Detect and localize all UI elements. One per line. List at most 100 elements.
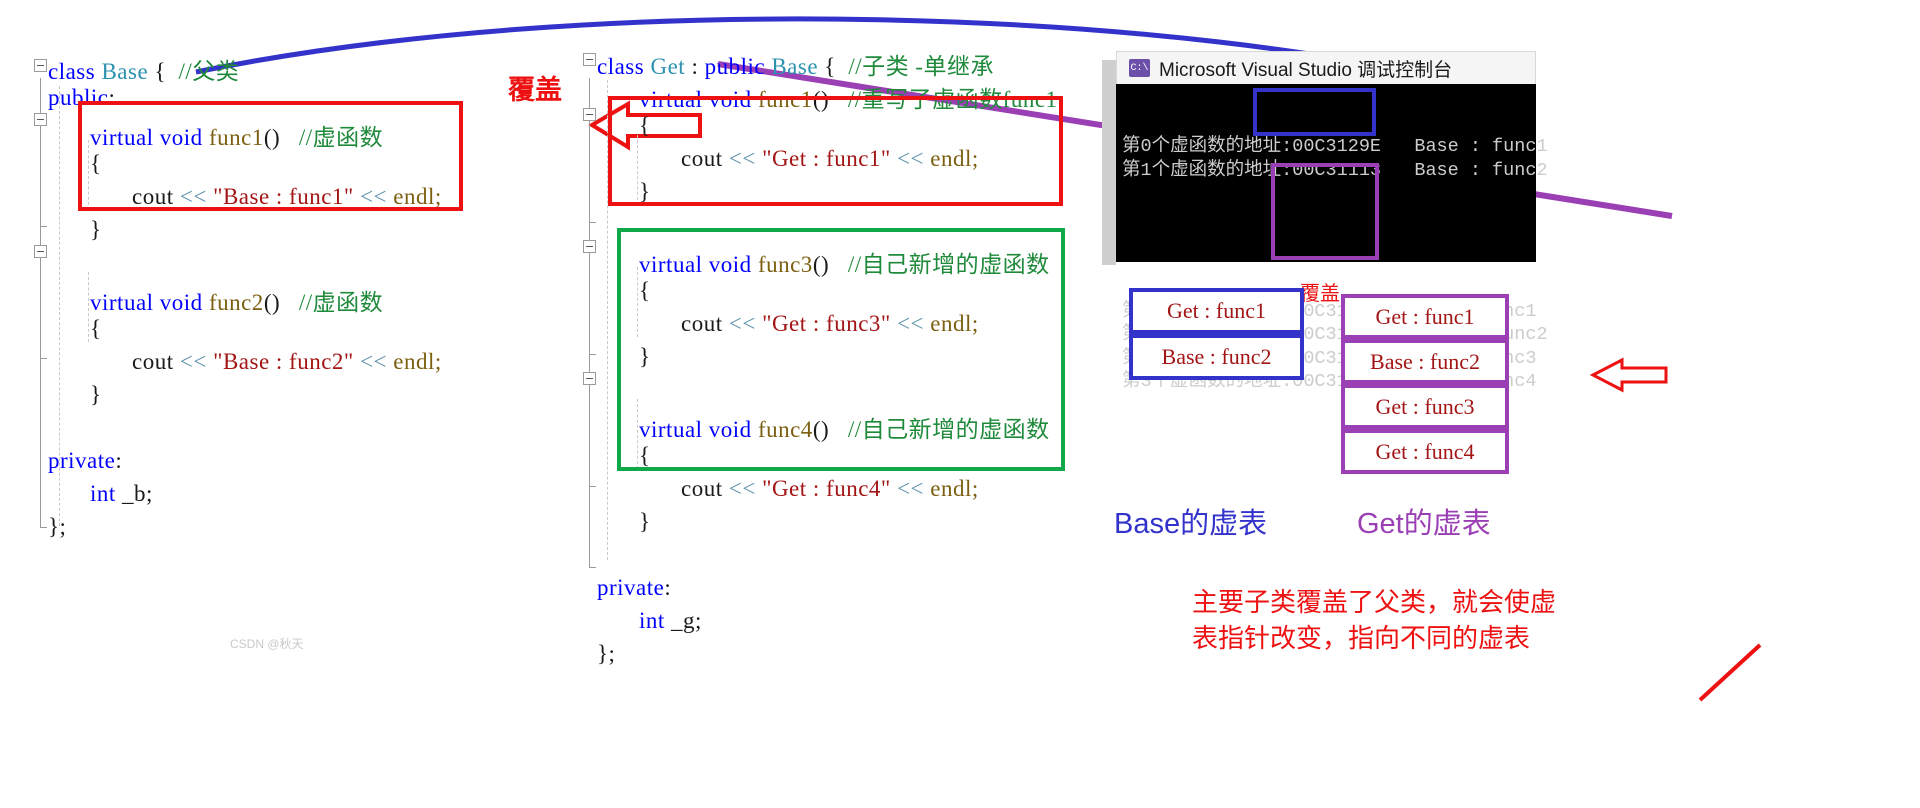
code-token: int	[639, 608, 672, 633]
console-window-shadow	[1102, 60, 1116, 265]
code-token: func2	[208, 290, 264, 315]
mid-gutter-tick-2	[589, 354, 596, 355]
console-highlight-get-vtable	[1271, 163, 1379, 260]
highlight-box-get-func3-func4	[617, 228, 1065, 471]
footer-note-line1: 主要子类覆盖了父类，就会使虚	[1192, 587, 1557, 617]
code-token: Base	[101, 59, 149, 84]
code-token: Get	[650, 54, 686, 79]
code-token: //虚函数	[298, 290, 384, 315]
code-line: int _b;	[90, 481, 153, 507]
collapse-toggle-class-get[interactable]	[583, 53, 596, 66]
code-token: cout	[681, 476, 729, 501]
code-line: virtual void func2() //虚函数	[90, 283, 383, 317]
watermark: CSDN @秋天	[230, 637, 304, 651]
code-line: private:	[597, 575, 671, 601]
collapse-toggle-base-func2[interactable]	[34, 245, 47, 258]
get-vtable-row: Get : func3	[1341, 384, 1509, 429]
code-line: };	[597, 641, 615, 667]
code-token: }	[90, 382, 102, 407]
console-highlight-base-vtable	[1253, 88, 1376, 136]
code-token: "Get : func4"	[762, 476, 891, 501]
code-token: {	[90, 316, 102, 341]
base-vtable-row: Base : func2	[1129, 334, 1304, 380]
mid-gutter-tick-3	[589, 486, 596, 487]
code-token: class	[48, 59, 102, 84]
left-indent-guide-1	[59, 86, 60, 526]
collapse-toggle-get-func4[interactable]	[583, 372, 596, 385]
console-title-bar: C:\ Microsoft Visual Studio 调试控制台	[1116, 51, 1536, 84]
code-token: :	[664, 575, 672, 600]
code-token: class	[597, 54, 651, 79]
console-title-text: Microsoft Visual Studio 调试控制台	[1159, 59, 1453, 81]
get-vtable-row: Base : func2	[1341, 339, 1509, 384]
code-token: <<	[353, 349, 394, 374]
base-vtable-caption: Base的虚表	[1114, 508, 1268, 540]
left-gutter-tick-2	[40, 358, 47, 359]
code-token: endl;	[393, 349, 442, 374]
code-token: int	[90, 481, 123, 506]
console-line-label: 第1个虚函数的地址	[1122, 159, 1282, 181]
code-token: //父类	[178, 59, 240, 84]
code-token: endl;	[930, 476, 979, 501]
code-token: private	[597, 575, 665, 600]
code-token: _b;	[122, 481, 153, 506]
code-token: Base	[771, 54, 819, 79]
console-line-result: Base : func1	[1381, 136, 1548, 157]
cmd-icon: C:\	[1129, 59, 1150, 77]
console-line: 第0个虚函数的地址:00C3129E Base : func1	[1122, 135, 1548, 159]
console-line-result: Base : func2	[1381, 159, 1548, 181]
code-token: :	[115, 448, 123, 473]
code-line: }	[90, 217, 102, 243]
override-arrow-right	[1589, 357, 1668, 393]
mid-gutter-tick-1	[589, 222, 596, 223]
code-token: public	[704, 54, 772, 79]
footer-note-line2: 表指针改变，指向不同的虚表	[1192, 623, 1531, 653]
code-token: <<	[890, 476, 931, 501]
collapse-toggle-class-base[interactable]	[34, 59, 47, 72]
code-token: };	[48, 514, 67, 539]
mid-gutter-tick-4	[589, 567, 596, 568]
code-token: <<	[179, 349, 214, 374]
override-label-left: 覆盖	[508, 75, 562, 105]
collapse-toggle-base-func1[interactable]	[34, 113, 47, 126]
code-token: {	[818, 54, 849, 79]
code-line: int _g;	[639, 608, 702, 634]
collapse-toggle-get-func1[interactable]	[583, 108, 596, 121]
highlight-box-base-func1	[78, 101, 463, 211]
code-token: {	[148, 59, 179, 84]
code-line: class Get : public Base { //子类 -单继承	[597, 47, 994, 81]
code-token: }	[90, 217, 102, 242]
get-vtable-caption: Get的虚表	[1357, 508, 1491, 540]
code-token: cout	[132, 349, 180, 374]
highlight-box-get-func1	[608, 96, 1063, 206]
code-token: ()	[263, 290, 299, 315]
override-label-right: 覆盖	[1300, 283, 1340, 305]
mid-gutter-vline	[589, 78, 590, 568]
code-token: _g;	[671, 608, 702, 633]
left-gutter-tick-1	[40, 226, 47, 227]
code-line: {	[90, 316, 102, 342]
code-token: };	[597, 641, 616, 666]
left-gutter-tick-3	[40, 527, 47, 528]
console-line-address: :00C3129E	[1281, 136, 1382, 157]
left-indent-guide-3	[88, 272, 89, 342]
code-line: }	[639, 509, 651, 535]
code-line: cout << "Base : func2" << endl;	[132, 349, 442, 375]
get-vtable-row: Get : func1	[1341, 294, 1509, 339]
code-line: };	[48, 514, 66, 540]
code-line: }	[90, 382, 102, 408]
code-line: class Base { //父类	[48, 52, 239, 86]
code-token: :	[685, 54, 705, 79]
code-token: "Base : func2"	[213, 349, 354, 374]
code-token: //子类 -单继承	[848, 54, 995, 79]
collapse-toggle-get-func3[interactable]	[583, 240, 596, 253]
code-token: }	[639, 509, 651, 534]
footer-pointer-line	[1698, 643, 1762, 702]
code-token: <<	[728, 476, 763, 501]
left-gutter-vline	[40, 78, 41, 528]
code-line: cout << "Get : func4" << endl;	[681, 476, 979, 502]
get-vtable-row: Get : func4	[1341, 429, 1509, 474]
code-token: void	[159, 290, 209, 315]
console-line-label: 第0个虚函数的地址	[1122, 136, 1282, 157]
code-token: virtual	[90, 290, 160, 315]
